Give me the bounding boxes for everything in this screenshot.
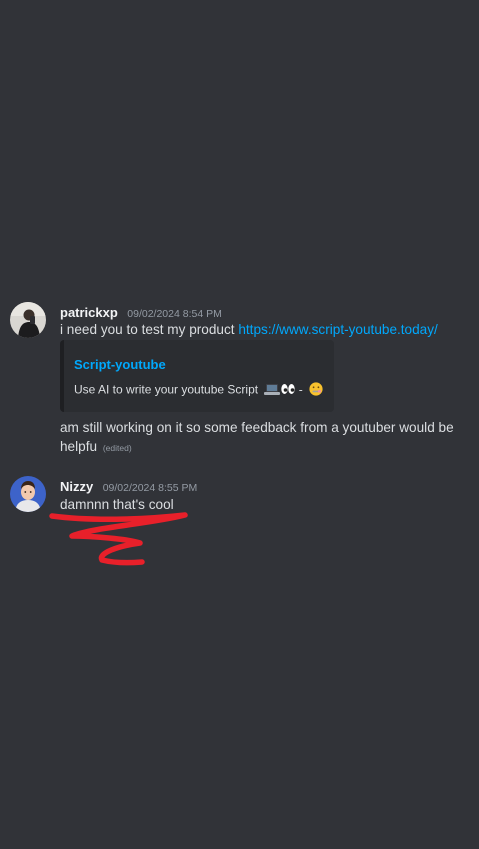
zipper-mouth-emoji-icon (309, 382, 323, 399)
laptop-emoji-icon (264, 383, 281, 399)
message-header: Nizzy 09/02/2024 8:55 PM (60, 478, 197, 496)
embed-description-text: Use AI to write your youtube Script (74, 382, 259, 397)
eyes-emoji-icon (281, 383, 296, 398)
embed-separator: - (298, 382, 303, 397)
username[interactable]: patrickxp (60, 305, 118, 320)
message-followup-text: am still working on it so some feedback … (60, 418, 465, 458)
message-text: i need you to test my product https://ww… (60, 320, 465, 339)
message-text: damnnn that's cool (60, 497, 174, 512)
link-embed: Script-youtube Use AI to write your yout… (60, 340, 334, 412)
product-link[interactable]: https://www.script-youtube.today/ (238, 322, 437, 337)
message-text-prefix: i need you to test my product (60, 322, 235, 337)
username[interactable]: Nizzy (60, 479, 93, 494)
timestamp: 09/02/2024 8:54 PM (127, 308, 222, 320)
avatar[interactable] (10, 302, 46, 338)
embed-title[interactable]: Script-youtube (74, 357, 166, 372)
avatar[interactable] (10, 476, 46, 512)
embed-description: Use AI to write your youtube Script - (74, 382, 323, 399)
edited-label: (edited) (102, 443, 132, 453)
timestamp: 09/02/2024 8:55 PM (102, 482, 198, 494)
